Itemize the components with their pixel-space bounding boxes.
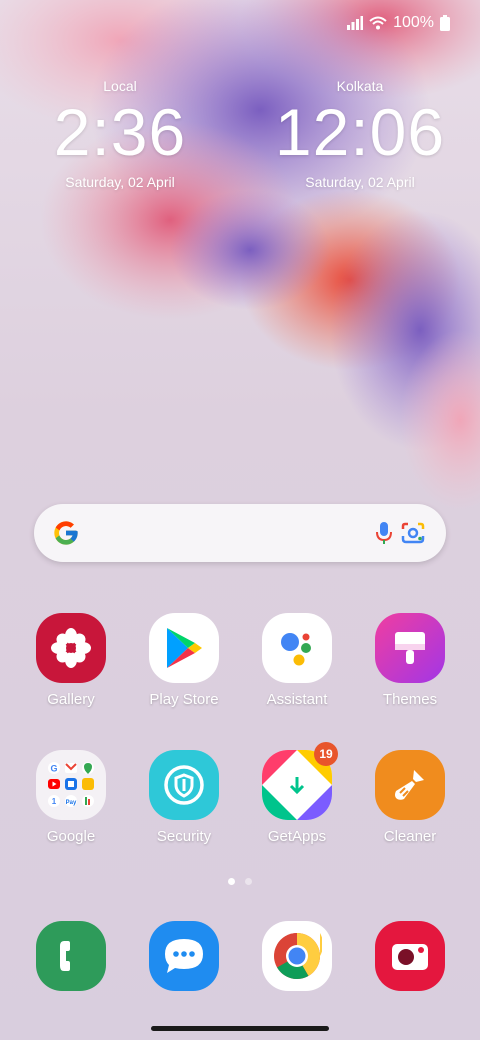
svg-text:Pay: Pay	[66, 800, 77, 806]
phone-icon	[36, 921, 106, 991]
google-search-bar[interactable]	[34, 504, 446, 562]
clock-time: 2:36	[53, 95, 187, 169]
app-label: Assistant	[266, 691, 328, 708]
app-label: Play Store	[149, 691, 219, 708]
google-folder-icon: G 1 Pay	[36, 750, 106, 820]
battery-icon	[440, 15, 450, 31]
clock-time: 12:06	[274, 95, 446, 169]
chrome-icon	[262, 921, 332, 991]
dock-chrome[interactable]	[247, 921, 347, 991]
app-label: GetApps	[267, 828, 327, 845]
wifi-icon	[369, 16, 387, 30]
app-cleaner[interactable]: Cleaner	[360, 750, 460, 845]
clock-city: Local	[103, 78, 137, 94]
cleaner-icon	[375, 750, 445, 820]
page-dot-active	[228, 878, 235, 885]
clock-local[interactable]: Local 2:36 Saturday, 02 April	[20, 78, 220, 190]
camera-icon	[375, 921, 445, 991]
battery-percent: 100%	[393, 14, 434, 31]
app-security[interactable]: Security	[134, 750, 234, 845]
clock-date: Saturday, 02 April	[65, 174, 175, 190]
clock-kolkata[interactable]: Kolkata 12:06 Saturday, 02 April	[260, 78, 460, 190]
notification-badge: 19	[314, 742, 338, 766]
app-assistant[interactable]: Assistant	[247, 613, 347, 708]
app-label: Gallery	[47, 691, 95, 708]
page-dot	[245, 878, 252, 885]
svg-text:1: 1	[52, 797, 57, 806]
app-getapps[interactable]: 19 GetApps	[247, 742, 347, 845]
security-icon	[149, 750, 219, 820]
play-store-icon	[149, 613, 219, 683]
app-label: Cleaner	[383, 828, 437, 845]
google-lens-icon[interactable]	[400, 521, 426, 545]
gesture-navigation-bar[interactable]	[151, 1026, 329, 1031]
app-google-folder[interactable]: G 1 Pay Google	[21, 750, 121, 845]
clock-city: Kolkata	[336, 78, 384, 94]
getapps-icon: 19	[262, 742, 338, 820]
dock-messages[interactable]	[134, 921, 234, 991]
status-bar: 100%	[347, 14, 450, 32]
app-play-store[interactable]: Play Store	[134, 613, 234, 708]
app-label: Themes	[382, 691, 438, 708]
svg-text:G: G	[50, 764, 57, 774]
themes-icon	[375, 613, 445, 683]
assistant-icon	[262, 613, 332, 683]
app-label: Google	[46, 828, 96, 845]
clock-date: Saturday, 02 April	[305, 174, 415, 190]
signal-icon	[347, 16, 364, 30]
dock-phone[interactable]	[21, 921, 121, 991]
messages-icon	[149, 921, 219, 991]
app-themes[interactable]: Themes	[360, 613, 460, 708]
google-logo-icon	[54, 521, 78, 545]
app-label: Security	[156, 828, 212, 845]
app-gallery[interactable]: Gallery	[21, 613, 121, 708]
microphone-icon[interactable]	[376, 521, 392, 545]
page-indicator	[228, 878, 252, 885]
gallery-icon	[36, 613, 106, 683]
dock-camera[interactable]	[360, 921, 460, 991]
